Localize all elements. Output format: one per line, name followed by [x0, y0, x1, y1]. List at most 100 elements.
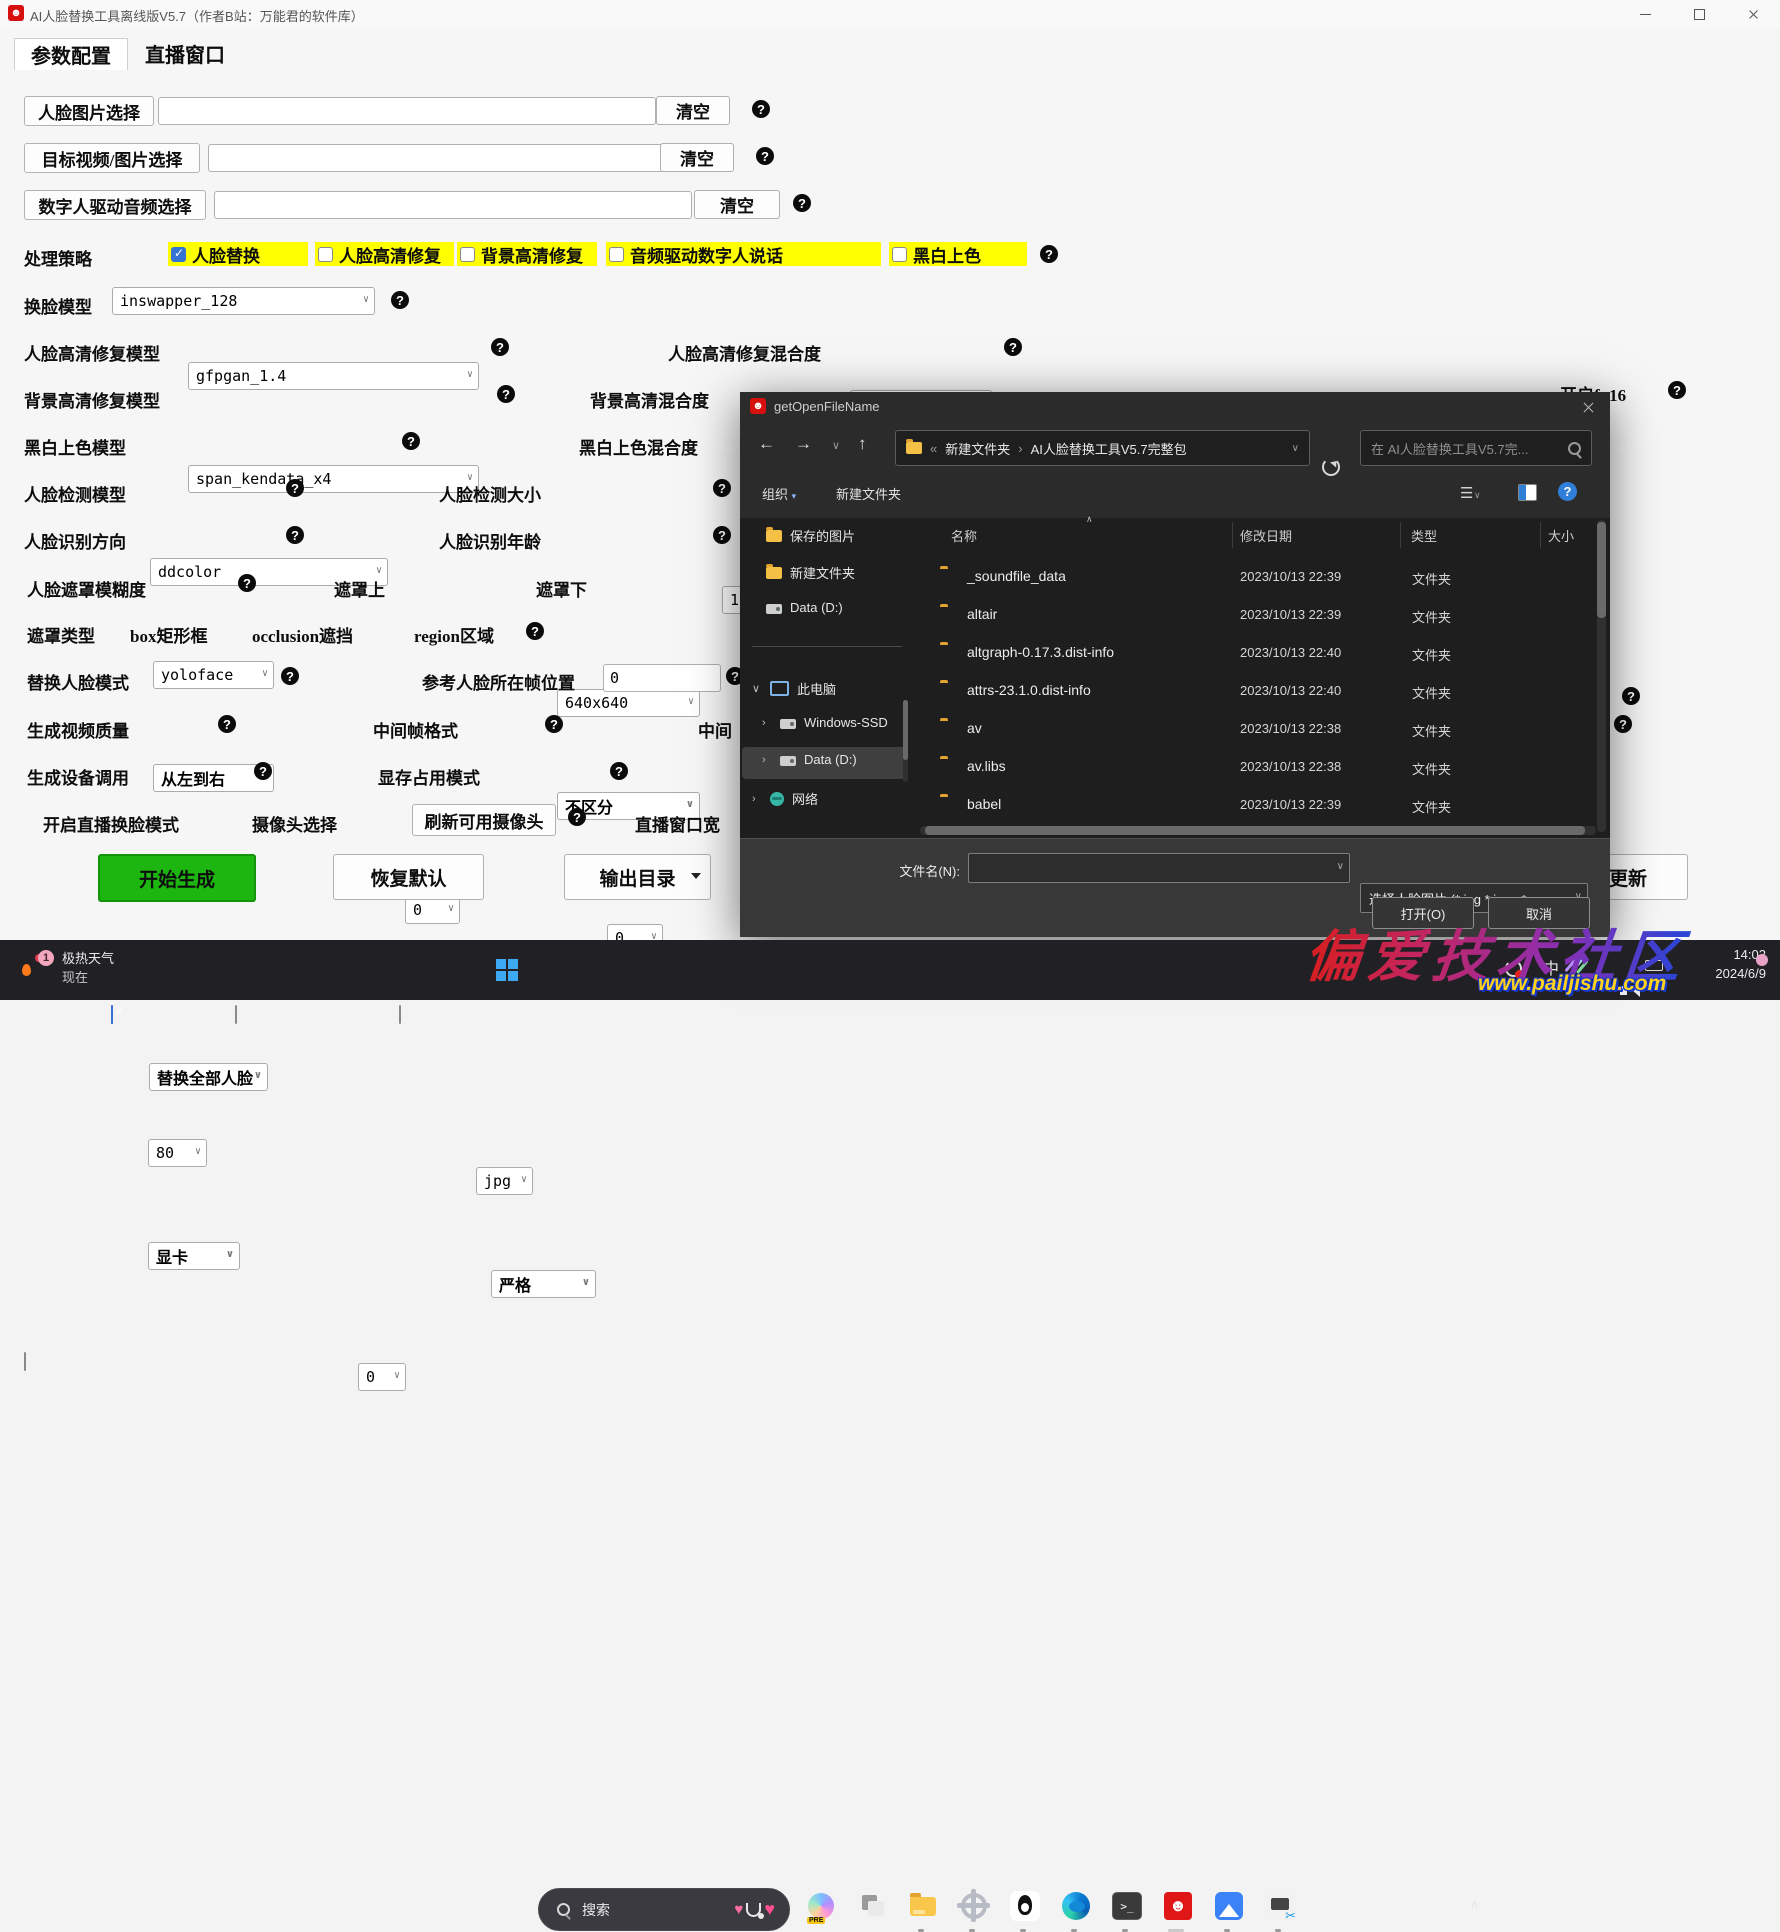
help-icon[interactable] [526, 622, 544, 640]
taskbar-app-settings[interactable] [958, 1890, 990, 1922]
file-row[interactable]: _soundfile_data 2023/10/13 22:39 文件夹 [940, 558, 1590, 596]
help-icon[interactable] [756, 147, 774, 165]
tab-parameter-config[interactable]: 参数配置 [14, 38, 128, 70]
help-icon[interactable] [1668, 381, 1686, 399]
strategy-option-colorize[interactable]: 黑白上色 [889, 242, 1027, 266]
help-icon[interactable] [402, 432, 420, 450]
mask-top-select[interactable]: 0 [405, 896, 460, 924]
refresh-camera-button[interactable]: 刷新可用摄像头 [412, 804, 556, 836]
weather-line2[interactable]: 现在 [62, 967, 88, 986]
nav-up-button[interactable]: ↑ [858, 434, 867, 454]
help-icon[interactable] [281, 667, 299, 685]
column-divider[interactable] [1400, 522, 1401, 548]
start-generate-button[interactable]: 开始生成 [98, 854, 256, 902]
address-bar[interactable]: « 新建文件夹 › AI人脸替换工具V5.7完整包 ∨ [895, 430, 1310, 466]
help-icon[interactable] [391, 291, 409, 309]
view-list-icon[interactable]: ☰ ∨ [1460, 484, 1481, 502]
help-icon[interactable] [752, 100, 770, 118]
face-image-clear-button[interactable]: 清空 [656, 96, 730, 125]
file-row[interactable]: av.libs 2023/10/13 22:38 文件夹 [940, 748, 1590, 786]
preview-pane-icon[interactable] [1518, 484, 1537, 501]
target-media-clear-button[interactable]: 清空 [660, 143, 734, 172]
help-icon[interactable] [491, 338, 509, 356]
taskbar-app-terminal[interactable]: >_ [1111, 1890, 1143, 1922]
live-mode-checkbox[interactable] [24, 1352, 26, 1371]
mask-type-region-checkbox[interactable] [399, 1005, 401, 1024]
output-directory-button[interactable]: 输出目录 [564, 854, 711, 900]
column-divider[interactable] [1232, 522, 1233, 548]
face-restore-model-select[interactable]: gfpgan_1.4 [188, 362, 479, 390]
minimize-button[interactable] [1630, 6, 1660, 22]
weather-widget-icon[interactable]: 1 [22, 950, 56, 988]
mask-type-box-checkbox[interactable] [111, 1005, 113, 1024]
notification-dot[interactable] [1756, 954, 1768, 966]
taskbar-app-copilot[interactable]: PRE [805, 1890, 837, 1924]
tab-live-window[interactable]: 直播窗口 [132, 38, 238, 69]
scrollbar-thumb[interactable] [903, 700, 908, 760]
strategy-option-face-swap[interactable]: 人脸替换 [168, 242, 308, 266]
checkbox[interactable] [171, 246, 186, 262]
checkbox[interactable] [460, 246, 475, 262]
vram-mode-select[interactable]: 严格 [491, 1270, 596, 1298]
sidebar-item-data-drive-tree[interactable]: › Data (D:) [762, 752, 857, 767]
scrollbar-thumb[interactable] [925, 826, 1585, 835]
target-media-input[interactable] [208, 144, 664, 172]
detect-model-select[interactable]: yoloface [153, 661, 274, 689]
column-header-size[interactable]: 大小 [1548, 526, 1574, 545]
refresh-icon[interactable] [1322, 458, 1340, 476]
bg-restore-model-select[interactable]: span_kendata_x4 [188, 465, 479, 493]
column-header-type[interactable]: 类型 [1411, 526, 1437, 545]
sidebar-scrollbar[interactable] [903, 700, 908, 782]
file-row[interactable]: altair 2023/10/13 22:39 文件夹 [940, 596, 1590, 634]
scrollbar-thumb[interactable] [1597, 522, 1606, 618]
file-row[interactable]: av 2023/10/13 22:38 文件夹 [940, 710, 1590, 748]
help-icon[interactable] [1622, 687, 1640, 705]
column-header-name[interactable]: 名称 [951, 526, 977, 545]
help-icon[interactable] [1614, 715, 1632, 733]
mask-type-occlusion-checkbox[interactable] [235, 1005, 237, 1024]
maximize-button[interactable] [1684, 6, 1714, 22]
sidebar-item-this-pc[interactable]: ∨ 此电脑 [752, 679, 836, 698]
organize-menu[interactable]: 组织 ▾ [762, 484, 796, 503]
search-input[interactable]: 在 AI人脸替换工具V5.7完... [1360, 430, 1592, 466]
breadcrumb-current[interactable]: AI人脸替换工具V5.7完整包 [1031, 439, 1187, 458]
chevron-right-icon[interactable]: › [752, 793, 762, 805]
sidebar-item-saved-pictures[interactable]: 保存的图片 [766, 526, 855, 545]
audio-input[interactable] [214, 191, 692, 219]
weather-line1[interactable]: 极热天气 [62, 948, 114, 967]
help-icon[interactable] [545, 715, 563, 733]
device-select[interactable]: 显卡 [148, 1242, 240, 1270]
help-icon[interactable] [793, 194, 811, 212]
file-row[interactable]: babel 2023/10/13 22:39 文件夹 [940, 786, 1590, 824]
dialog-help-icon[interactable]: ? [1558, 482, 1577, 501]
sidebar-item-windows-ssd[interactable]: › Windows-SSD [762, 715, 904, 730]
help-icon[interactable] [1040, 245, 1058, 263]
taskbar-app-face-swap[interactable]: ☻ [1162, 1890, 1194, 1922]
address-dropdown-icon[interactable]: ∨ [1292, 443, 1299, 454]
search-box[interactable]: 搜索 ♥ ♥ [538, 1888, 790, 1931]
sidebar-item-new-folder[interactable]: 新建文件夹 [766, 563, 855, 582]
taskbar-app-qq[interactable] [1009, 1890, 1041, 1922]
strategy-option-face-restore[interactable]: 人脸高清修复 [315, 242, 454, 266]
filename-input[interactable] [968, 853, 1350, 883]
help-icon[interactable] [1004, 338, 1022, 356]
new-folder-button[interactable]: 新建文件夹 [836, 484, 901, 503]
help-icon[interactable] [713, 526, 731, 544]
checkbox[interactable] [318, 246, 333, 262]
strategy-option-bg-restore[interactable]: 背景高清修复 [457, 242, 597, 266]
help-icon[interactable] [286, 526, 304, 544]
help-icon[interactable] [238, 574, 256, 592]
nav-history-button[interactable]: ∨ [832, 439, 840, 452]
column-divider[interactable] [1540, 522, 1541, 548]
tray-overflow-chevron-icon[interactable]: ∧ [1470, 1897, 1479, 1911]
taskbar-app-photos[interactable] [1213, 1890, 1245, 1922]
chevron-right-icon[interactable]: › [762, 717, 772, 729]
ref-frame-input[interactable]: 0 [603, 664, 721, 692]
horizontal-scrollbar[interactable] [920, 826, 1596, 835]
sort-ascending-icon[interactable]: ∧ [1086, 514, 1093, 525]
close-button[interactable] [1738, 6, 1768, 22]
start-button[interactable] [496, 959, 518, 981]
taskbar-app-clipchamp[interactable] [1264, 1890, 1296, 1924]
camera-select[interactable]: 0 [358, 1363, 406, 1391]
help-icon[interactable] [568, 808, 586, 826]
